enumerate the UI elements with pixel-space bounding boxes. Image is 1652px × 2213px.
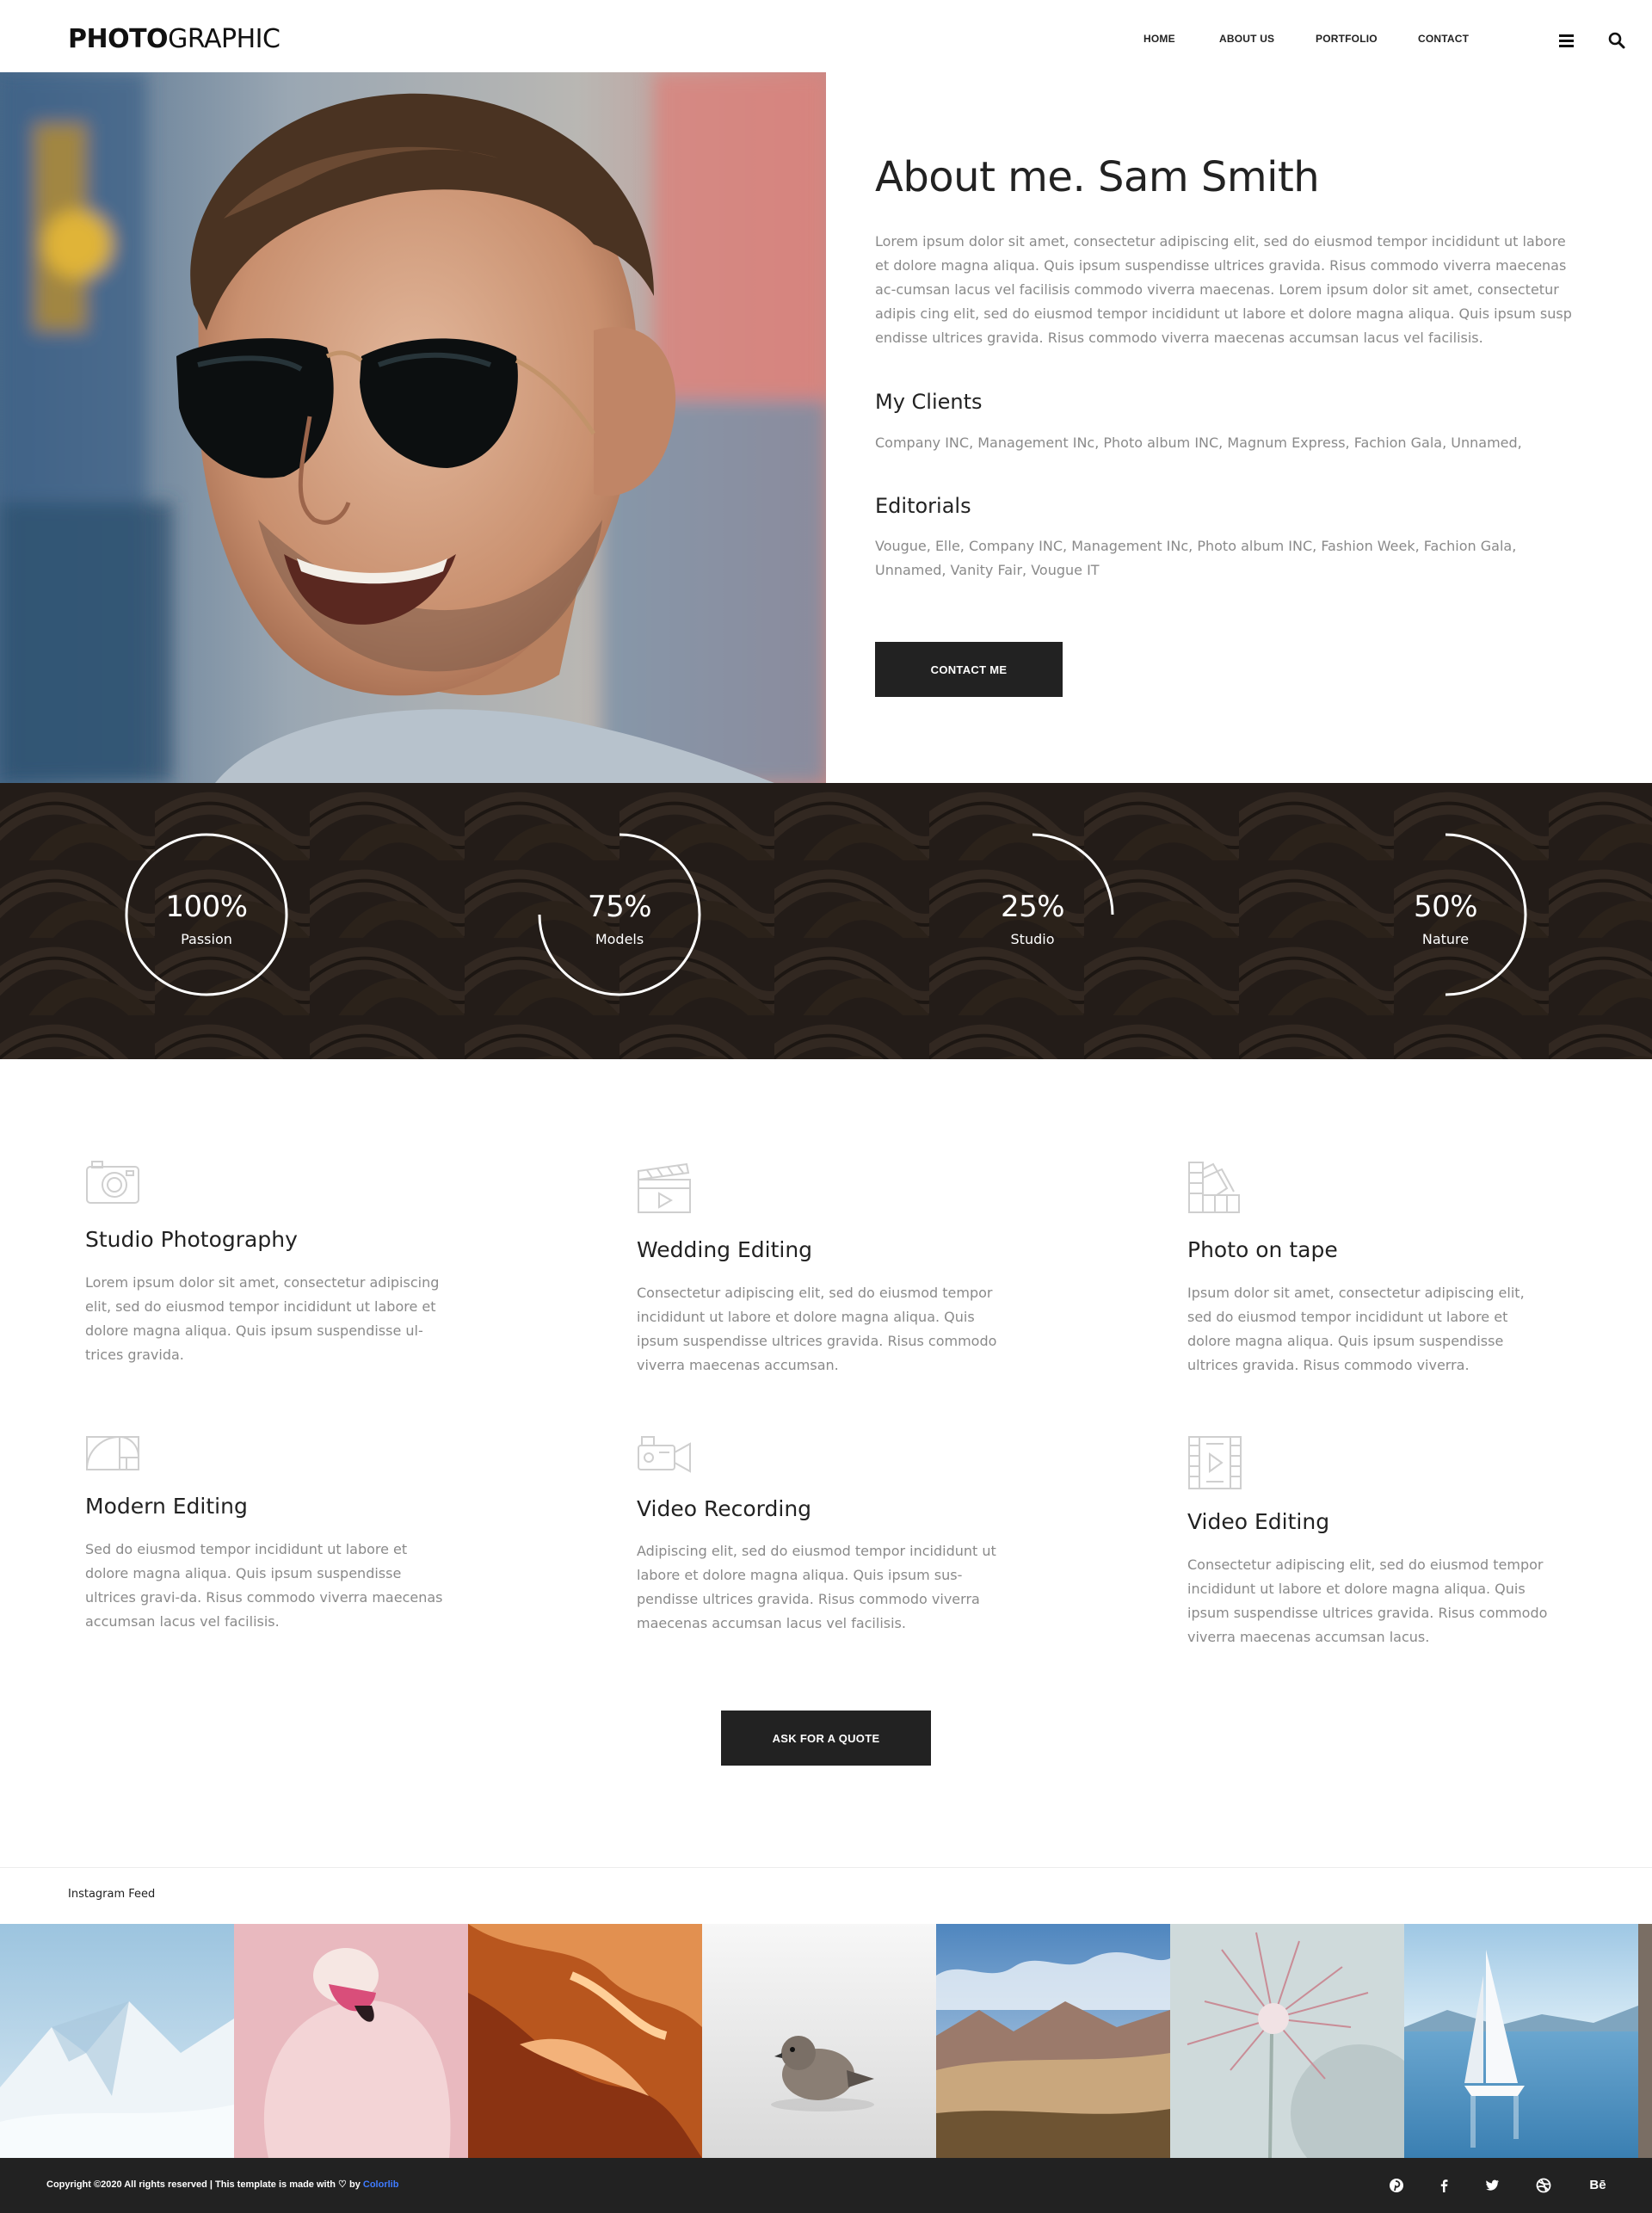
stat-label: Passion xyxy=(181,931,232,947)
clients-heading: My Clients xyxy=(875,390,983,414)
copyright-by: by xyxy=(346,2179,363,2190)
nav-portfolio[interactable]: PORTFOLIO xyxy=(1316,33,1378,50)
portrait-photo xyxy=(0,72,826,783)
service-title: Video Editing xyxy=(1187,1509,1330,1534)
logo-light-part: GRAPHIC xyxy=(168,24,280,54)
ask-for-quote-button[interactable]: ASK FOR A QUOTE xyxy=(721,1711,931,1766)
editorials-heading: Editorials xyxy=(875,494,971,518)
behance-icon[interactable]: Bē xyxy=(1585,2176,1611,2195)
service-title: Wedding Editing xyxy=(637,1237,813,1262)
nav-contact[interactable]: CONTACT xyxy=(1418,33,1469,50)
pinterest-icon[interactable] xyxy=(1387,2176,1406,2195)
stat-value: 75% xyxy=(587,890,652,924)
stat-nature: 50% Nature xyxy=(1364,833,1527,996)
service-text: Consectetur adipiscing elit, sed do eius… xyxy=(637,1285,997,1373)
facebook-icon[interactable] xyxy=(1434,2176,1453,2195)
divider xyxy=(0,1867,1652,1868)
copyright-prefix: Copyright ©2020 All rights reserved | Th… xyxy=(46,2179,339,2190)
dribbble-icon[interactable] xyxy=(1534,2176,1553,2195)
about-title: About me. Sam Smith xyxy=(875,153,1320,201)
service-text: Consectetur adipiscing elit, sed do eius… xyxy=(1187,1556,1548,1645)
instagram-tile-small-bird[interactable] xyxy=(702,1924,936,2158)
site-logo[interactable]: PHOTOGRAPHIC xyxy=(68,22,280,57)
service-text: Adipiscing elit, sed do eiusmod tempor i… xyxy=(637,1543,996,1631)
instagram-tile-sailboat[interactable] xyxy=(1404,1924,1638,2158)
video-camera-icon xyxy=(637,1435,692,1490)
heart-icon: ♡ xyxy=(338,2179,347,2190)
logo-bold-part: PHOTO xyxy=(68,24,169,54)
service-text: Sed do eiusmod tempor incididunt ut labo… xyxy=(85,1541,443,1630)
stat-label: Nature xyxy=(1421,931,1470,947)
clapperboard-icon xyxy=(637,1161,692,1216)
editorials-text: Vougue, Elle, Company INC, Management IN… xyxy=(875,538,1517,578)
search-icon[interactable] xyxy=(1607,31,1626,50)
nav-home[interactable]: HOME xyxy=(1143,33,1175,50)
about-intro-text: Lorem ipsum dolor sit amet, consectetur … xyxy=(875,233,1572,346)
film-strip-icon xyxy=(1187,1435,1242,1490)
service-title: Photo on tape xyxy=(1187,1237,1338,1262)
service-title: Video Recording xyxy=(637,1496,812,1521)
instagram-tile-flamingo[interactable] xyxy=(234,1924,468,2158)
instagram-tile-partial[interactable] xyxy=(1638,1924,1652,2158)
twitter-icon[interactable] xyxy=(1482,2176,1501,2195)
service-title: Studio Photography xyxy=(85,1227,298,1252)
site-header: PHOTOGRAPHIC HOME ABOUT US PORTFOLIO CON… xyxy=(0,0,1652,72)
stat-value: 100% xyxy=(165,890,248,924)
stats-band: 100% Passion 75% Models 25% Studio 50% N… xyxy=(0,783,1652,1059)
nav-about-us[interactable]: ABOUT US xyxy=(1219,33,1274,50)
stat-models: 75% Models xyxy=(538,833,701,996)
menu-icon[interactable] xyxy=(1557,31,1576,50)
contact-me-button[interactable]: CONTACT ME xyxy=(875,642,1063,697)
clients-text: Company INC, Management INc, Photo album… xyxy=(875,435,1522,451)
stat-value: 25% xyxy=(1000,890,1065,924)
instagram-tile-snowy-mountains[interactable] xyxy=(0,1924,234,2158)
stat-label: Models xyxy=(595,931,644,947)
site-footer: Copyright ©2020 All rights reserved | Th… xyxy=(0,2158,1652,2213)
stat-studio: 25% Studio xyxy=(951,833,1114,996)
stat-label: Studio xyxy=(1010,931,1055,947)
service-text: Ipsum dolor sit amet, consectetur adipis… xyxy=(1187,1285,1525,1373)
colorlib-link[interactable]: Colorlib xyxy=(363,2179,399,2190)
copyright-text: Copyright ©2020 All rights reserved | Th… xyxy=(46,2179,398,2190)
instagram-feed-label: Instagram Feed xyxy=(68,1888,156,1901)
service-text: Lorem ipsum dolor sit amet, consectetur … xyxy=(85,1274,440,1363)
instagram-tile-canyon-sandstone[interactable] xyxy=(468,1924,702,2158)
instagram-tile-desert-valley[interactable] xyxy=(936,1924,1170,2158)
camera-icon xyxy=(85,1158,140,1213)
instagram-tile-dandelion-flower[interactable] xyxy=(1170,1924,1404,2158)
stat-passion: 100% Passion xyxy=(125,833,288,996)
service-title: Modern Editing xyxy=(85,1494,248,1519)
swatches-icon xyxy=(1187,1161,1242,1216)
instagram-feed xyxy=(0,1924,1652,2158)
stat-value: 50% xyxy=(1413,890,1478,924)
golden-ratio-icon xyxy=(85,1435,140,1490)
